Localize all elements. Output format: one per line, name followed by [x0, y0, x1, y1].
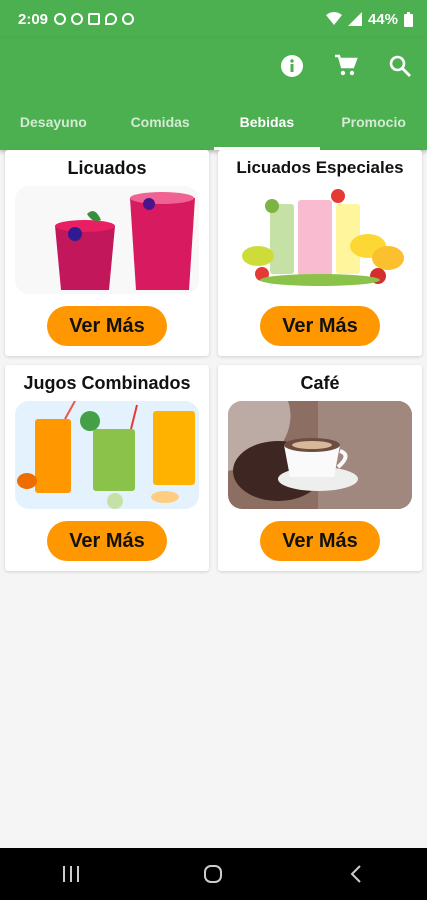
system-nav-bar — [0, 848, 427, 900]
licuados-especiales-image — [228, 186, 412, 294]
jugos-combinados-image — [15, 401, 199, 509]
status-time: 2:09 — [18, 10, 49, 28]
card-licuados-especiales[interactable]: Licuados Especiales Ver Más — [218, 150, 422, 356]
card-title: Café — [300, 373, 340, 393]
home-button[interactable] — [183, 848, 243, 900]
toolbar-actions — [265, 38, 427, 94]
ver-mas-button[interactable]: Ver Más — [260, 306, 380, 346]
recents-icon — [63, 866, 80, 882]
cart-button[interactable] — [319, 38, 373, 94]
tab-comidas[interactable]: Comidas — [107, 94, 214, 150]
recents-button[interactable] — [41, 848, 101, 900]
tab-promociones[interactable]: Promocio — [320, 94, 427, 150]
card-title: Jugos Combinados — [23, 373, 191, 393]
cart-icon — [335, 54, 358, 76]
battery-icon — [404, 11, 413, 27]
info-icon — [281, 55, 303, 77]
ver-mas-button[interactable]: Ver Más — [47, 521, 167, 561]
search-icon — [389, 55, 411, 77]
back-button[interactable] — [326, 848, 386, 900]
card-jugos-combinados[interactable]: Jugos Combinados Ver Más — [5, 365, 209, 571]
info-button[interactable] — [265, 38, 319, 94]
card-cafe[interactable]: Café Ver Más — [218, 365, 422, 571]
card-title: Licuados — [67, 158, 147, 178]
battery-percent: 44% — [367, 10, 398, 28]
ver-mas-button[interactable]: Ver Más — [47, 306, 167, 346]
back-icon — [350, 865, 361, 883]
wifi-icon — [325, 12, 342, 25]
app-bar: Desayuno Comidas Bebidas Promocio — [0, 38, 427, 150]
card-title: Licuados Especiales — [236, 158, 404, 177]
card-licuados[interactable]: Licuados Ver Más — [5, 150, 209, 356]
status-bar: 2:09 44% — [0, 0, 427, 38]
tab-bebidas[interactable]: Bebidas — [213, 94, 321, 150]
licuados-image — [15, 186, 199, 294]
notification-icons — [54, 13, 135, 25]
cafe-image — [228, 401, 412, 509]
tab-desayuno[interactable]: Desayuno — [0, 94, 107, 150]
ver-mas-button[interactable]: Ver Más — [260, 521, 380, 561]
home-icon — [204, 865, 223, 883]
category-tabs: Desayuno Comidas Bebidas Promocio — [0, 94, 427, 150]
product-grid: Licuados Ver Más Licuados Especiales Ver… — [5, 150, 422, 571]
search-button[interactable] — [373, 38, 427, 94]
signal-icon — [347, 12, 362, 26]
